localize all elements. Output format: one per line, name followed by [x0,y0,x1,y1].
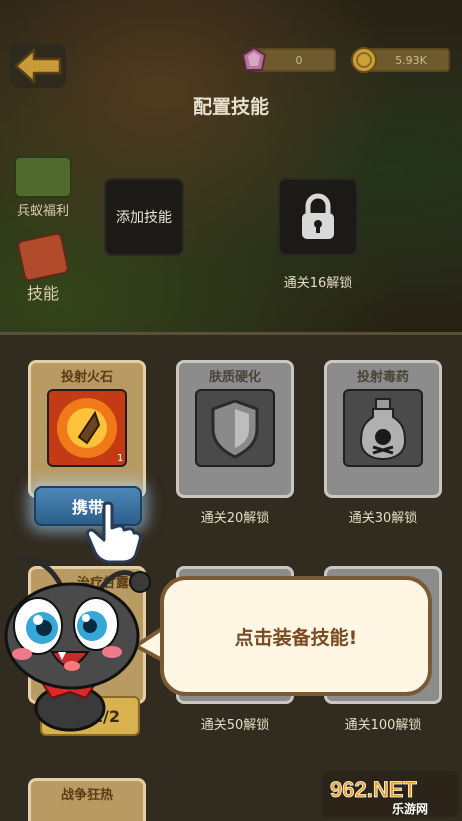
shield-skill-icon [195,389,275,467]
skill-name: 投射火石 [60,370,113,385]
unlock-requirement: 通关100解锁 [344,718,422,733]
skill-slot-locked [278,178,358,256]
add-skill-label: 添加技能 [116,210,172,226]
skill-card-skin-hardening: 肤质硬化 [176,360,294,498]
slot-unlock-note: 通关16解锁 [283,276,353,291]
unlock-requirement: 通关30解锁 [348,511,418,526]
gem-count: 0 [295,53,303,67]
sidebar-item-label: 兵蚁福利 [16,204,69,219]
skill-name: 战争狂热 [60,788,113,803]
coin-counter: 5.93K [351,47,450,73]
unlock-requirement: 通关20解锁 [200,511,270,526]
page-title: 配置技能 [192,96,269,118]
coin-count: 5.93K [395,53,427,67]
firestone-skill-icon [47,389,127,467]
skill-slot-add[interactable]: 添加技能 [104,178,184,256]
skill-book-icon [16,231,70,283]
poison-bottle-icon [343,389,423,467]
skill-card-projectile-poison: 投射毒药 [324,360,442,498]
sidebar-item-label: 技能 [26,284,59,303]
watermark-brand: 962.NET [330,777,417,802]
lock-icon [302,193,334,239]
ant-mascot [4,556,151,732]
skill-name: 肤质硬化 [208,370,261,385]
skill-card-projectile-firestone[interactable]: 投射火石 1 [28,360,146,498]
gem-counter: 0 [241,46,336,72]
sidebar-item-soldier-welfare[interactable]: 兵蚁福利 [10,156,76,219]
skill-card-war-frenzy[interactable]: 战争狂热 [28,778,146,821]
sidebar-item-skills[interactable]: 技能 [10,231,76,304]
unlock-requirement: 通关50解锁 [200,718,270,733]
back-button[interactable] [10,44,66,88]
skill-name: 投射毒药 [356,370,409,385]
back-arrow-icon [14,48,62,84]
watermark-subtitle: 乐游网 [392,801,428,816]
site-watermark-logo: 962.NET 乐游网 [320,769,460,819]
tutorial-message: 点击装备技能! [234,626,358,649]
soldier-welfare-icon [14,156,72,198]
tutorial-speech-bubble: 点击装备技能! [160,576,432,696]
